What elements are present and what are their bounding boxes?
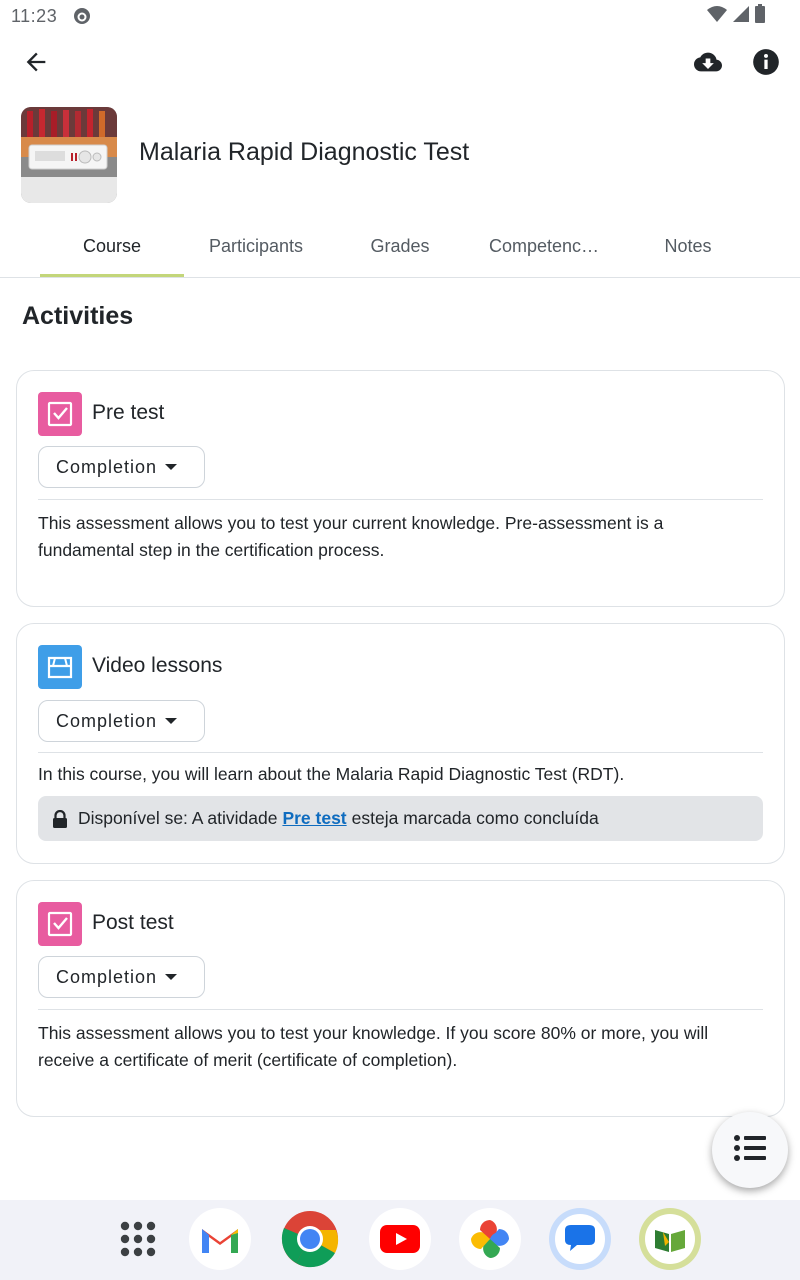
activity-description: This assessment allows you to test your … bbox=[38, 1023, 709, 1070]
back-button[interactable] bbox=[14, 42, 58, 86]
photos-icon[interactable] bbox=[459, 1208, 521, 1270]
notification-app-icon bbox=[73, 7, 91, 25]
activity-card[interactable]: Pre test Completion This assessment allo… bbox=[16, 370, 785, 607]
tab-participants[interactable]: Participants bbox=[184, 216, 328, 277]
app-bar bbox=[0, 32, 800, 96]
course-info-button[interactable] bbox=[744, 42, 788, 86]
caret-down-icon bbox=[165, 718, 178, 724]
package-icon bbox=[38, 645, 82, 689]
activity-description: This assessment allows you to test your … bbox=[38, 513, 664, 560]
activity-name[interactable]: Pre test bbox=[92, 401, 164, 425]
caret-down-icon bbox=[165, 974, 178, 980]
quiz-icon bbox=[38, 902, 82, 946]
activity-name[interactable]: Post test bbox=[92, 911, 174, 935]
status-time: 11:23 bbox=[11, 6, 58, 26]
completion-label: Completion bbox=[56, 456, 158, 477]
battery-icon bbox=[754, 3, 766, 29]
messages-icon[interactable] bbox=[549, 1208, 611, 1270]
activity-card[interactable]: Post test Completion This assessment all… bbox=[16, 880, 785, 1117]
card-divider bbox=[38, 752, 763, 753]
card-divider bbox=[38, 499, 763, 500]
activity-card[interactable]: Video lessons Completion In this course,… bbox=[16, 623, 785, 864]
status-indicators bbox=[706, 3, 766, 29]
course-tabs: Course Participants Grades Competenc… No… bbox=[0, 216, 800, 278]
download-course-button[interactable] bbox=[686, 42, 730, 86]
restriction-suffix: esteja marcada como concluída bbox=[351, 808, 599, 828]
course-index-button[interactable] bbox=[712, 1112, 788, 1188]
cloud-download-icon bbox=[694, 48, 722, 81]
completion-dropdown[interactable]: Completion bbox=[38, 446, 205, 488]
gmail-icon[interactable] bbox=[189, 1208, 251, 1270]
moodle-app-icon[interactable] bbox=[639, 1208, 701, 1270]
completion-dropdown[interactable]: Completion bbox=[38, 956, 205, 998]
tab-competencies[interactable]: Competenc… bbox=[472, 216, 616, 277]
availability-restriction: Disponível se: A atividade Pre test este… bbox=[38, 796, 763, 841]
status-bar: 11:23 bbox=[0, 0, 800, 32]
course-title: Malaria Rapid Diagnostic Test bbox=[139, 138, 470, 166]
completion-label: Completion bbox=[56, 966, 158, 987]
activity-description: In this course, you will learn about the… bbox=[38, 764, 625, 784]
quiz-icon bbox=[38, 392, 82, 436]
active-tab-indicator bbox=[40, 274, 184, 277]
course-index-icon bbox=[733, 1134, 767, 1167]
chrome-icon[interactable] bbox=[279, 1208, 341, 1270]
tab-notes[interactable]: Notes bbox=[616, 216, 760, 277]
arrow-back-icon bbox=[22, 48, 50, 81]
restriction-link-pre-test[interactable]: Pre test bbox=[282, 808, 346, 829]
youtube-icon[interactable] bbox=[369, 1208, 431, 1270]
caret-down-icon bbox=[165, 464, 178, 470]
lock-icon bbox=[52, 809, 68, 828]
restriction-prefix: Disponível se: A atividade bbox=[78, 808, 278, 828]
cellular-signal-icon bbox=[732, 5, 750, 28]
app-dock bbox=[0, 1200, 800, 1280]
completion-label: Completion bbox=[56, 710, 158, 731]
apps-grid-icon[interactable] bbox=[107, 1208, 169, 1270]
activity-name[interactable]: Video lessons bbox=[92, 654, 222, 678]
tab-course[interactable]: Course bbox=[40, 216, 184, 277]
tab-grades[interactable]: Grades bbox=[328, 216, 472, 277]
course-header: Malaria Rapid Diagnostic Test bbox=[0, 106, 800, 204]
info-icon bbox=[752, 48, 780, 81]
completion-dropdown[interactable]: Completion bbox=[38, 700, 205, 742]
card-divider bbox=[38, 1009, 763, 1010]
course-image bbox=[21, 107, 117, 203]
section-title: Activities bbox=[22, 302, 134, 330]
wifi-icon bbox=[706, 5, 728, 28]
